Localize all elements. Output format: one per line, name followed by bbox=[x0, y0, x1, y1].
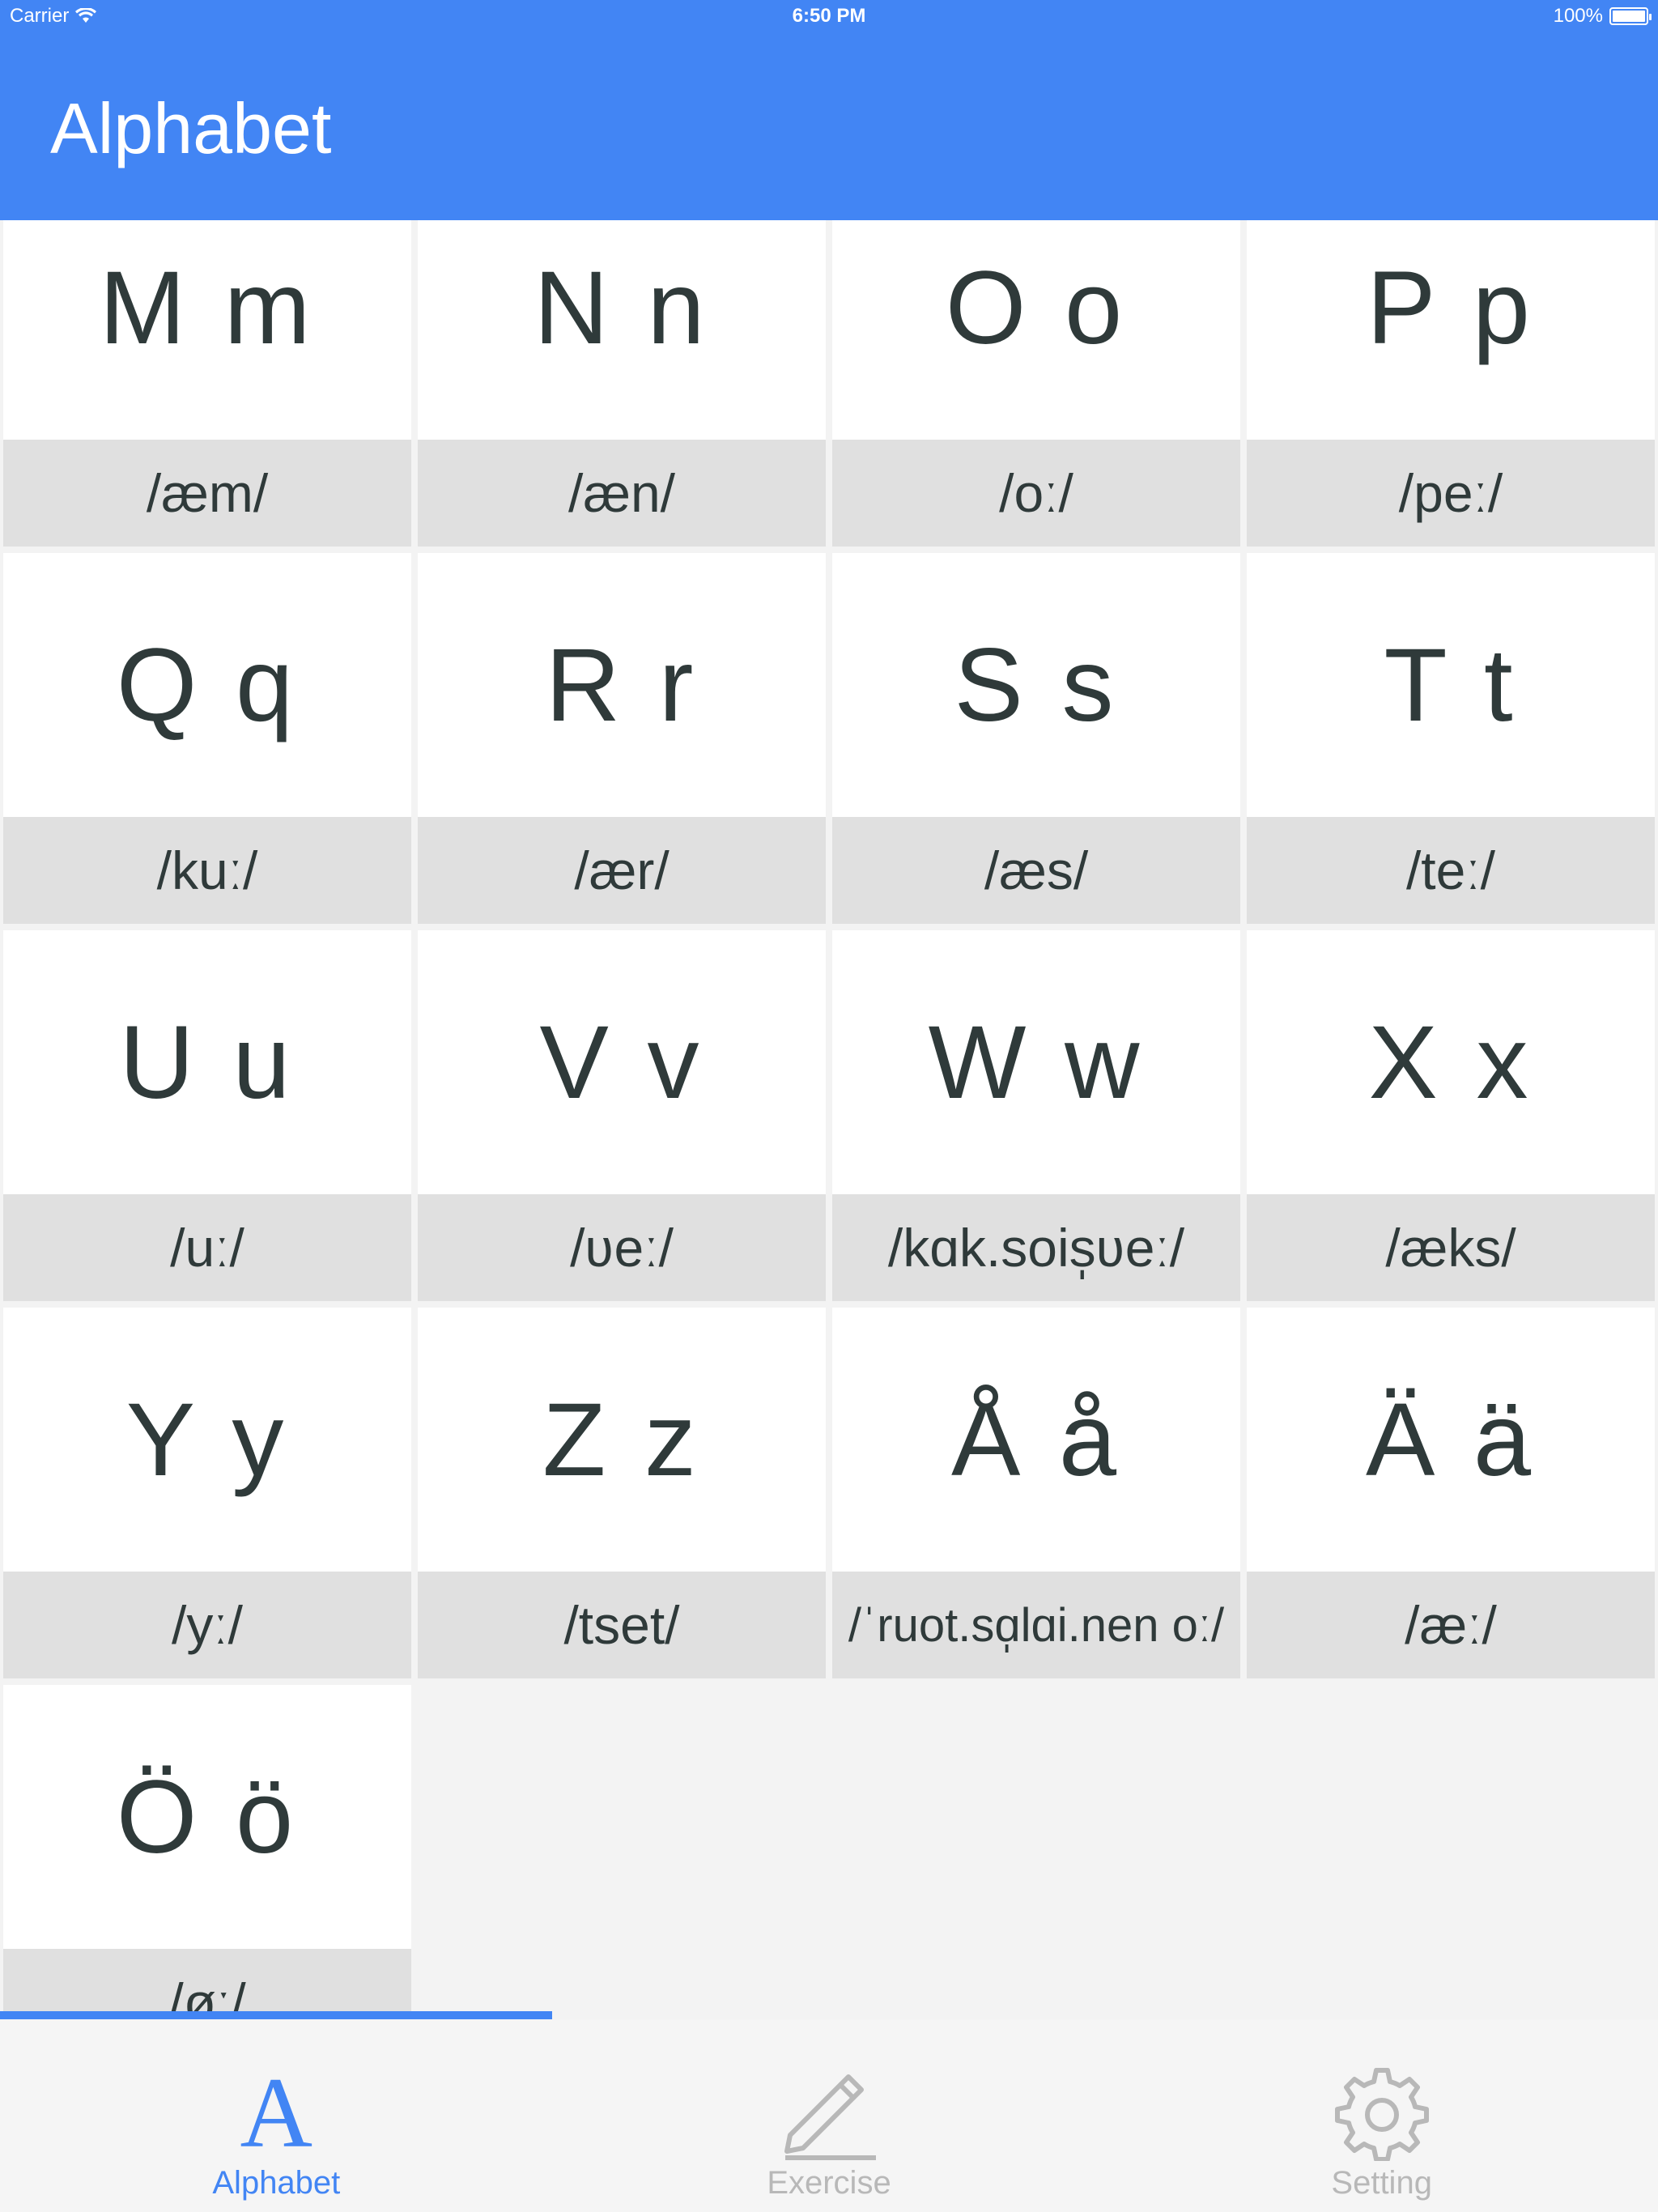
letter-pronunciation: /øː/ bbox=[3, 1949, 411, 2018]
battery-info: 100% bbox=[1553, 5, 1652, 28]
letter-glyph: M m bbox=[3, 220, 411, 440]
letter-pronunciation: /teː/ bbox=[1247, 817, 1655, 924]
letter-card[interactable]: Q q/kuː/ bbox=[3, 553, 411, 924]
app-header: Alphabet bbox=[0, 32, 1658, 220]
letter-pronunciation: /kɑk.sois̩ʋeː/ bbox=[832, 1194, 1240, 1301]
status-bar: Carrier 6:50 PM 100% bbox=[0, 0, 1658, 32]
letter-card[interactable]: Z z/tset/ bbox=[418, 1308, 826, 1678]
letter-card[interactable]: Ä ä/æː/ bbox=[1247, 1308, 1655, 1678]
letter-pronunciation: /ʋeː/ bbox=[418, 1194, 826, 1301]
letter-glyph: Y y bbox=[3, 1308, 411, 1572]
tab-setting[interactable]: Setting bbox=[1105, 2019, 1658, 2212]
letter-glyph: V v bbox=[418, 930, 826, 1194]
tab-alphabet[interactable]: A Alphabet bbox=[0, 2019, 553, 2212]
letter-glyph: X x bbox=[1247, 930, 1655, 1194]
letter-pronunciation: /æs/ bbox=[832, 817, 1240, 924]
tab-bar: A Alphabet Exercise Setting bbox=[0, 2019, 1658, 2212]
letter-pronunciation: /ær/ bbox=[418, 817, 826, 924]
letter-glyph: W w bbox=[832, 930, 1240, 1194]
tab-exercise[interactable]: Exercise bbox=[553, 2019, 1106, 2212]
pencil-icon bbox=[776, 2065, 882, 2162]
letter-card[interactable]: U u/uː/ bbox=[3, 930, 411, 1301]
letter-pronunciation: /oː/ bbox=[832, 440, 1240, 547]
letter-card[interactable]: T t/teː/ bbox=[1247, 553, 1655, 924]
letter-glyph: P p bbox=[1247, 220, 1655, 440]
letter-pronunciation: /æn/ bbox=[418, 440, 826, 547]
tab-exercise-label: Exercise bbox=[767, 2165, 891, 2201]
letter-pronunciation: /æː/ bbox=[1247, 1572, 1655, 1678]
letter-card[interactable]: P p/peː/ bbox=[1247, 220, 1655, 547]
tab-alphabet-label: Alphabet bbox=[212, 2165, 341, 2201]
letter-card[interactable]: M m/æm/ bbox=[3, 220, 411, 547]
letter-glyph: Z z bbox=[418, 1308, 826, 1572]
letter-pronunciation: /æm/ bbox=[3, 440, 411, 547]
letter-pronunciation: /peː/ bbox=[1247, 440, 1655, 547]
letter-glyph: U u bbox=[3, 930, 411, 1194]
active-tab-indicator bbox=[0, 2011, 552, 2019]
letter-glyph: S s bbox=[832, 553, 1240, 817]
letter-glyph: Ö ö bbox=[3, 1685, 411, 1949]
letter-pronunciation: /yː/ bbox=[3, 1572, 411, 1678]
battery-percent: 100% bbox=[1553, 5, 1603, 27]
letter-glyph: R r bbox=[418, 553, 826, 817]
letter-card[interactable]: W w/kɑk.sois̩ʋeː/ bbox=[832, 930, 1240, 1301]
letter-glyph: T t bbox=[1247, 553, 1655, 817]
letter-glyph: O o bbox=[832, 220, 1240, 440]
letter-card[interactable]: Ö ö/øː/ bbox=[3, 1685, 411, 2018]
letter-glyph: N n bbox=[418, 220, 826, 440]
gear-icon bbox=[1329, 2065, 1435, 2162]
alphabet-icon: A bbox=[240, 2057, 313, 2168]
battery-icon bbox=[1609, 7, 1652, 25]
letter-pronunciation: /uː/ bbox=[3, 1194, 411, 1301]
letter-pronunciation: /ˈruot.sɑ̩lɑi.nen oː/ bbox=[832, 1572, 1240, 1678]
letter-card[interactable]: S s/æs/ bbox=[832, 553, 1240, 924]
letter-pronunciation: /tset/ bbox=[418, 1572, 826, 1678]
letter-glyph: Ä ä bbox=[1247, 1308, 1655, 1572]
letter-glyph: Å å bbox=[832, 1308, 1240, 1572]
letter-card[interactable]: N n/æn/ bbox=[418, 220, 826, 547]
tab-setting-label: Setting bbox=[1331, 2165, 1432, 2201]
page-title: Alphabet bbox=[50, 88, 332, 168]
letter-card[interactable]: X x/æks/ bbox=[1247, 930, 1655, 1301]
letter-card[interactable]: Å å/ˈruot.sɑ̩lɑi.nen oː/ bbox=[832, 1308, 1240, 1678]
letter-card[interactable]: Y y/yː/ bbox=[3, 1308, 411, 1678]
letter-pronunciation: /æks/ bbox=[1247, 1194, 1655, 1301]
letter-glyph: Q q bbox=[3, 553, 411, 817]
letter-card[interactable]: V v/ʋeː/ bbox=[418, 930, 826, 1301]
letter-pronunciation: /kuː/ bbox=[3, 817, 411, 924]
letter-card[interactable]: O o/oː/ bbox=[832, 220, 1240, 547]
letter-card[interactable]: R r/ær/ bbox=[418, 553, 826, 924]
status-time: 6:50 PM bbox=[792, 5, 866, 27]
letter-grid[interactable]: M m/æm/N n/æn/O o/oː/P p/peː/Q q/kuː/R r… bbox=[0, 220, 1658, 2018]
